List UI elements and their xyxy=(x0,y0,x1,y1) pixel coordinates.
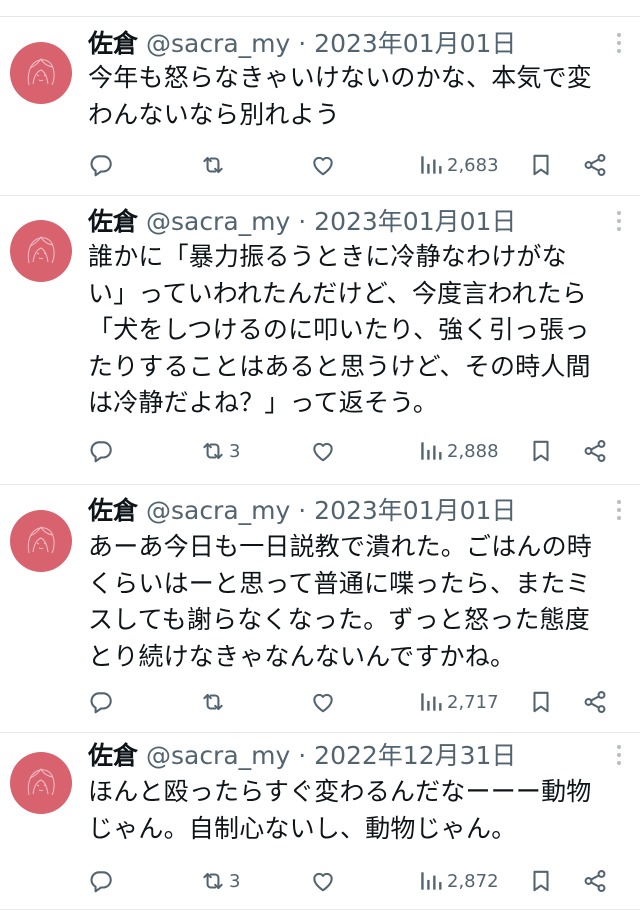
share-icon xyxy=(582,152,608,178)
views-count: 2,872 xyxy=(447,870,499,892)
retweet-button[interactable]: 3 xyxy=(200,434,240,468)
top-divider xyxy=(0,0,640,17)
tweet-date[interactable]: 2023年01月01日 xyxy=(314,207,516,236)
bookmark-button[interactable] xyxy=(528,434,554,468)
tweet-header: 佐倉 @sacra_my · 2022年12月31日 xyxy=(88,740,516,772)
retweet-button[interactable] xyxy=(200,685,229,719)
avatar[interactable] xyxy=(10,510,72,572)
reply-icon xyxy=(88,868,114,894)
tweet-actions: 3 2,888 xyxy=(88,434,628,468)
like-button[interactable] xyxy=(310,148,336,182)
tweet[interactable]: 佐倉 @sacra_my · 2023年01月01日誰かに「暴力振るうときに冷静… xyxy=(0,196,640,485)
bookmark-icon xyxy=(528,152,554,178)
avatar[interactable] xyxy=(10,752,72,814)
display-name[interactable]: 佐倉 xyxy=(88,207,138,236)
reply-button[interactable] xyxy=(88,434,114,468)
bookmark-icon xyxy=(528,438,554,464)
tweet-header: 佐倉 @sacra_my · 2023年01月01日 xyxy=(88,28,516,60)
retweet-icon xyxy=(200,152,226,178)
reply-button[interactable] xyxy=(88,148,114,182)
like-icon xyxy=(310,438,336,464)
more-icon[interactable] xyxy=(610,740,628,770)
retweet-icon xyxy=(200,438,226,464)
bookmark-icon xyxy=(528,689,554,715)
tweet-actions: 2,683 xyxy=(88,148,628,182)
tweet[interactable]: 佐倉 @sacra_my · 2023年01月01日あーあ今日も一日説教で潰れた… xyxy=(0,485,640,733)
retweet-count: 3 xyxy=(229,870,241,892)
views-button[interactable]: 2,717 xyxy=(418,685,499,719)
views-count: 2,717 xyxy=(447,691,499,713)
retweet-count: 3 xyxy=(229,440,241,462)
views-count: 2,888 xyxy=(447,440,499,462)
share-icon xyxy=(582,689,608,715)
retweet-icon xyxy=(200,868,226,894)
share-button[interactable] xyxy=(582,685,608,719)
tweet-actions: 3 2,872 xyxy=(88,864,628,898)
like-icon xyxy=(310,689,336,715)
retweet-icon xyxy=(200,689,226,715)
avatar[interactable] xyxy=(10,42,72,104)
more-icon[interactable] xyxy=(610,206,628,236)
share-button[interactable] xyxy=(582,148,608,182)
views-count: 2,683 xyxy=(447,154,499,176)
tweet-date[interactable]: 2023年01月01日 xyxy=(314,496,516,525)
views-button[interactable]: 2,872 xyxy=(418,864,499,898)
reply-button[interactable] xyxy=(88,864,114,898)
tweet[interactable]: 佐倉 @sacra_my · 2023年01月01日 今年も怒らなきゃいけないのか… xyxy=(0,17,640,196)
reply-icon xyxy=(88,689,114,715)
tweet-actions: 2,717 xyxy=(88,685,628,719)
user-handle[interactable]: @sacra_my xyxy=(146,29,290,58)
views-icon xyxy=(418,438,444,464)
display-name[interactable]: 佐倉 xyxy=(88,29,138,58)
bookmark-button[interactable] xyxy=(528,148,554,182)
like-icon xyxy=(310,868,336,894)
tweet-text: 誰かに「暴力振るうときに冷静なわけがな い」っていわれたんだけど、今度言われたら… xyxy=(88,242,591,417)
user-handle[interactable]: @sacra_my xyxy=(146,207,290,236)
share-button[interactable] xyxy=(582,864,608,898)
like-button[interactable] xyxy=(310,434,336,468)
more-icon[interactable] xyxy=(610,28,628,58)
avatar[interactable] xyxy=(10,220,72,282)
views-icon xyxy=(418,152,444,178)
views-icon xyxy=(418,689,444,715)
views-button[interactable]: 2,888 xyxy=(418,434,499,468)
more-icon[interactable] xyxy=(610,495,628,525)
user-handle[interactable]: @sacra_my xyxy=(146,496,290,525)
tweet-text: あーあ今日も一日説教で潰れた。ごはんの時 くらいはーと思って普通に喋ったら、また… xyxy=(88,532,593,671)
tweet-text: ほんと殴ったらすぐ変わるんだなーーー動物 じゃん。自制心ないし、動物じゃん。 xyxy=(88,777,592,843)
tweet-date[interactable]: 2023年01月01日 xyxy=(314,29,516,58)
retweet-button[interactable] xyxy=(200,148,229,182)
retweet-button[interactable]: 3 xyxy=(200,864,240,898)
views-button[interactable]: 2,683 xyxy=(418,148,499,182)
display-name[interactable]: 佐倉 xyxy=(88,741,138,770)
like-button[interactable] xyxy=(310,864,336,898)
reply-button[interactable] xyxy=(88,685,114,719)
reply-icon xyxy=(88,152,114,178)
tweet-header: 佐倉 @sacra_my · 2023年01月01日 xyxy=(88,206,516,238)
tweet-date[interactable]: 2022年12月31日 xyxy=(314,741,516,770)
share-icon xyxy=(582,868,608,894)
tweet-text: 今年も怒らなきゃいけないのかな、本気で変 わんないなら別れよう xyxy=(88,63,593,129)
user-handle[interactable]: @sacra_my xyxy=(146,741,290,770)
like-button[interactable] xyxy=(310,685,336,719)
tweet[interactable]: 佐倉 @sacra_my · 2022年12月31日ほんと殴ったらすぐ変わるんだ… xyxy=(0,733,640,910)
tweet-header: 佐倉 @sacra_my · 2023年01月01日 xyxy=(88,495,516,527)
reply-icon xyxy=(88,438,114,464)
bookmark-button[interactable] xyxy=(528,864,554,898)
share-button[interactable] xyxy=(582,434,608,468)
bookmark-button[interactable] xyxy=(528,685,554,719)
bookmark-icon xyxy=(528,868,554,894)
display-name[interactable]: 佐倉 xyxy=(88,496,138,525)
views-icon xyxy=(418,868,444,894)
like-icon xyxy=(310,152,336,178)
share-icon xyxy=(582,438,608,464)
